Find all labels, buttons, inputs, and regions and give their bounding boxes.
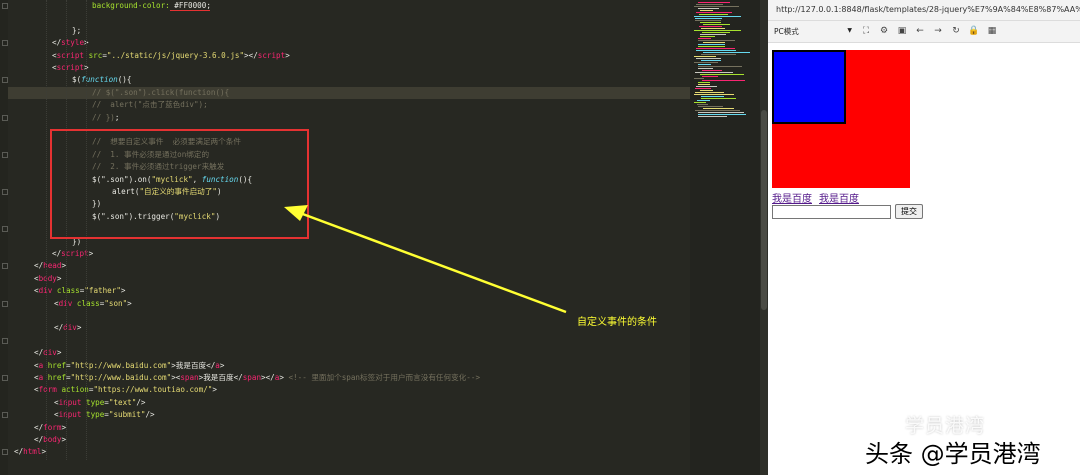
- baidu-link-1[interactable]: 我是百度: [772, 190, 812, 205]
- minimap-line: [698, 38, 711, 39]
- qrcode-icon[interactable]: ▦: [986, 25, 998, 37]
- minimap-line: [697, 104, 708, 105]
- baidu-link-2[interactable]: 我是百度: [819, 190, 859, 205]
- settings-icon[interactable]: ⚙: [878, 25, 890, 37]
- mode-select-label: PC模式: [774, 27, 799, 36]
- minimap-line: [697, 100, 710, 101]
- minimap-line: [700, 10, 713, 11]
- minimap-line: [698, 2, 730, 3]
- back-icon[interactable]: ←: [914, 25, 926, 37]
- browser-preview: http://127.0.0.1:8848/flask/templates/28…: [768, 0, 1080, 475]
- refresh-icon[interactable]: ↻: [950, 25, 962, 37]
- minimap-line: [698, 66, 742, 67]
- annotation-arrow-icon: [284, 205, 567, 314]
- code-editor[interactable]: background-color: #FF0000;}; </style> <scr…: [0, 0, 690, 475]
- mode-select[interactable]: PC模式 ▼: [774, 26, 854, 38]
- minimap-line: [703, 52, 750, 53]
- forward-icon[interactable]: →: [932, 25, 944, 37]
- minimap-line: [696, 86, 717, 87]
- minimap-line: [698, 8, 719, 9]
- minimap-line: [698, 116, 727, 117]
- minimap-line: [698, 84, 710, 85]
- minimap-line: [701, 60, 721, 61]
- minimap-line: [702, 70, 722, 71]
- minimap-line: [695, 18, 722, 19]
- minimap-line: [695, 88, 711, 89]
- minimap-line: [696, 12, 732, 13]
- minimap-line: [702, 76, 718, 77]
- minimap-line: [701, 98, 736, 99]
- minimap-line: [702, 32, 730, 33]
- minimap-line: [699, 14, 728, 15]
- minimap-line: [694, 94, 734, 95]
- minimap-line: [698, 68, 713, 69]
- minimap-line: [698, 46, 725, 47]
- watermark-bottom: 头条 @学员港湾: [865, 440, 1041, 468]
- minimap-line: [694, 56, 716, 57]
- minimap-line: [698, 106, 723, 107]
- minimap-line: [698, 40, 735, 41]
- minimap-line: [698, 112, 744, 113]
- submit-button[interactable]: 提交: [895, 204, 923, 219]
- minimap-line: [696, 48, 735, 49]
- minimap-line: [702, 80, 745, 81]
- minimap-line: [701, 96, 724, 97]
- minimap-line: [698, 114, 746, 115]
- minimap-line: [700, 74, 744, 75]
- minimap-line: [700, 90, 713, 91]
- minimap-line: [695, 92, 724, 93]
- editor-minimap[interactable]: [690, 0, 760, 475]
- text-input[interactable]: [772, 205, 891, 219]
- minimap-line: [696, 50, 736, 51]
- minimap-line: [694, 16, 741, 17]
- wechat-icon: [878, 415, 896, 431]
- minimap-line: [703, 42, 725, 43]
- minimap-line: [701, 28, 725, 29]
- browser-toolbar: PC模式 ▼ ⛶ ⚙ ▣ ← → ↻ 🔒 ▦: [768, 21, 1080, 43]
- screenshot-icon[interactable]: ⛶: [860, 25, 872, 37]
- minimap-line: [695, 110, 740, 111]
- minimap-line: [694, 78, 704, 79]
- minimap-line: [700, 34, 726, 35]
- minimap-line: [695, 20, 721, 21]
- minimap-line: [701, 54, 736, 55]
- url-bar[interactable]: http://127.0.0.1:8848/flask/templates/28…: [768, 0, 1080, 21]
- lock-icon[interactable]: 🔒: [968, 25, 980, 37]
- minimap-line: [696, 4, 723, 5]
- url-text[interactable]: http://127.0.0.1:8848/flask/templates/28…: [776, 5, 1080, 14]
- minimap-line: [699, 26, 722, 27]
- minimap-line: [695, 72, 733, 73]
- minimap-line: [700, 36, 715, 37]
- minimap-line: [698, 64, 711, 65]
- minimap-line: [696, 58, 721, 59]
- minimap-line: [694, 102, 706, 103]
- minimap-line: [703, 24, 730, 25]
- scrollbar-thumb[interactable]: [761, 110, 767, 310]
- chevron-down-icon: ▼: [847, 27, 852, 34]
- son-div[interactable]: [772, 50, 846, 124]
- minimap-line: [694, 6, 739, 7]
- minimap-line: [700, 22, 721, 23]
- minimap-line: [694, 30, 741, 31]
- minimap-line: [694, 62, 718, 63]
- minimap-line: [698, 82, 710, 83]
- minimap-line: [698, 44, 725, 45]
- minimap-line: [703, 108, 734, 109]
- devtools-icon[interactable]: ▣: [896, 25, 908, 37]
